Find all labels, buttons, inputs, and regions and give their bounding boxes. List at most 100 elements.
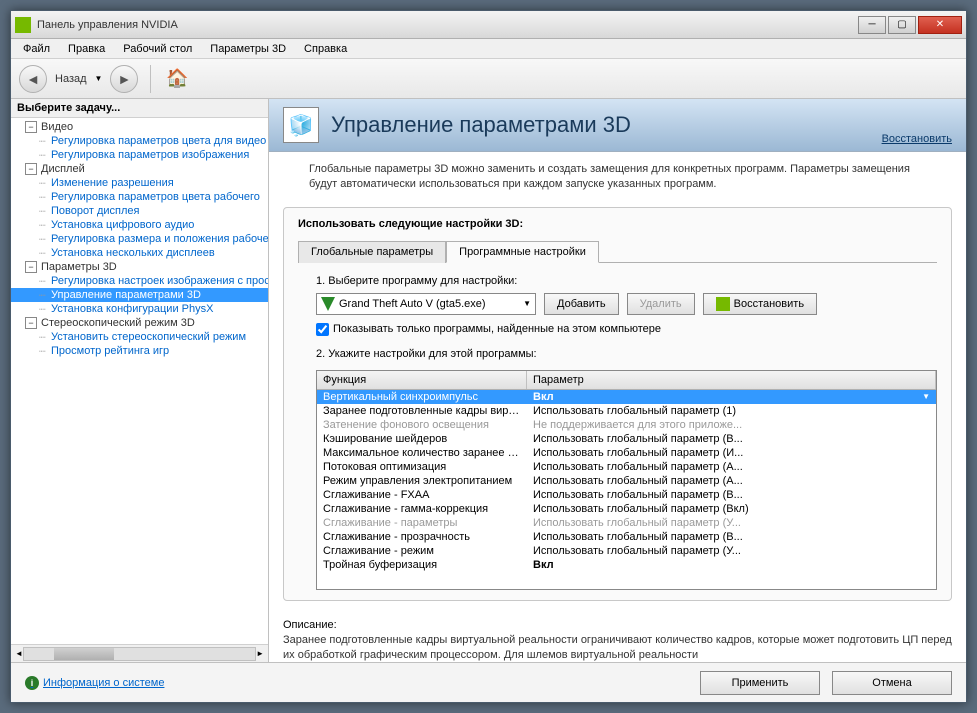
table-row[interactable]: Затенение фонового освещенияНе поддержив… <box>317 418 936 432</box>
apply-button[interactable]: Применить <box>700 671 820 695</box>
collapse-icon[interactable]: − <box>25 121 37 133</box>
sidebar-hscroll[interactable]: ◄ ► <box>11 644 268 662</box>
grid-body[interactable]: Вертикальный синхроимпульсВкл▼Заранее по… <box>317 390 936 590</box>
add-button[interactable]: Добавить <box>544 293 619 315</box>
description-text: Заранее подготовленные кадры виртуальной… <box>283 633 952 662</box>
collapse-icon[interactable]: − <box>25 317 37 329</box>
table-row[interactable]: Сглаживание - FXAAИспользовать глобальны… <box>317 488 936 502</box>
cell-parameter[interactable]: Использовать глобальный параметр (В... <box>527 530 936 544</box>
tree-group[interactable]: −Параметры 3D <box>11 260 268 274</box>
cell-parameter[interactable]: Вкл <box>527 558 936 572</box>
chevron-down-icon[interactable]: ▼ <box>922 392 930 401</box>
forward-button[interactable]: ► <box>110 65 138 93</box>
system-info-link[interactable]: iИнформация о системе <box>25 676 164 690</box>
footer: iИнформация о системе Применить Отмена <box>11 662 966 702</box>
program-dropdown[interactable]: Grand Theft Auto V (gta5.exe) ▼ <box>316 293 536 315</box>
cell-parameter[interactable]: Использовать глобальный параметр (У... <box>527 516 936 530</box>
tree-item[interactable]: Установка конфигурации PhysX <box>11 302 268 316</box>
tree-item[interactable]: Регулировка параметров изображения <box>11 148 268 162</box>
cell-parameter[interactable]: Использовать глобальный параметр (В... <box>527 432 936 446</box>
show-only-input[interactable] <box>316 323 329 336</box>
tree-group-label: Дисплей <box>41 163 85 175</box>
tree-group-label: Стереоскопический режим 3D <box>41 317 195 329</box>
scroll-thumb[interactable] <box>54 648 114 660</box>
show-only-checkbox[interactable]: Показывать только программы, найденные н… <box>316 323 937 336</box>
menubar: Файл Правка Рабочий стол Параметры 3D Сп… <box>11 39 966 59</box>
table-row[interactable]: Сглаживание - прозрачностьИспользовать г… <box>317 530 936 544</box>
tree-item[interactable]: Регулировка параметров цвета рабочего <box>11 190 268 204</box>
page-title: Управление параметрами 3D <box>331 112 631 138</box>
table-row[interactable]: Тройная буферизацияВкл <box>317 558 936 572</box>
tree-item[interactable]: Просмотр рейтинга игр <box>11 344 268 358</box>
cancel-button[interactable]: Отмена <box>832 671 952 695</box>
col-function[interactable]: Функция <box>317 371 527 389</box>
content-area: Выберите задачу... −ВидеоРегулировка пар… <box>11 99 966 662</box>
table-row[interactable]: Режим управления электропитаниемИспользо… <box>317 474 936 488</box>
cell-function: Сглаживание - прозрачность <box>317 530 527 544</box>
close-button[interactable]: ✕ <box>918 16 962 34</box>
tab-global[interactable]: Глобальные параметры <box>298 241 446 263</box>
hero: 🧊 Управление параметрами 3D Восстановить <box>269 99 966 152</box>
back-label: Назад <box>55 73 87 85</box>
table-row[interactable]: Сглаживание - параметрыИспользовать глоб… <box>317 516 936 530</box>
home-icon[interactable]: 🏠 <box>163 65 191 93</box>
tree-item[interactable]: Регулировка параметров цвета для видео <box>11 134 268 148</box>
tree-item[interactable]: Управление параметрами 3D <box>11 288 268 302</box>
cell-parameter[interactable]: Использовать глобальный параметр (1) <box>527 404 936 418</box>
program-icon <box>321 297 335 311</box>
table-row[interactable]: Сглаживание - режимИспользовать глобальн… <box>317 544 936 558</box>
window-controls: ─ ▢ ✕ <box>858 16 962 34</box>
tree-item[interactable]: Установка нескольких дисплеев <box>11 246 268 260</box>
tab-program[interactable]: Программные настройки <box>446 241 599 263</box>
table-row[interactable]: Сглаживание - гамма-коррекцияИспользоват… <box>317 502 936 516</box>
restore-button[interactable]: Восстановить <box>703 293 817 315</box>
maximize-button[interactable]: ▢ <box>888 16 916 34</box>
cell-parameter[interactable]: Использовать глобальный параметр (В... <box>527 488 936 502</box>
table-row[interactable]: Максимальное количество заранее под...Ис… <box>317 446 936 460</box>
tree-item[interactable]: Изменение разрешения <box>11 176 268 190</box>
menu-help[interactable]: Справка <box>296 41 355 57</box>
tree-item[interactable]: Установить стереоскопический режим <box>11 330 268 344</box>
menu-edit[interactable]: Правка <box>60 41 113 57</box>
menu-3d[interactable]: Параметры 3D <box>202 41 294 57</box>
program-name: Grand Theft Auto V (gta5.exe) <box>339 298 523 310</box>
menu-file[interactable]: Файл <box>15 41 58 57</box>
tree-item[interactable]: Установка цифрового аудио <box>11 218 268 232</box>
cell-function: Вертикальный синхроимпульс <box>317 390 527 404</box>
window-title: Панель управления NVIDIA <box>37 19 858 31</box>
collapse-icon[interactable]: − <box>25 261 37 273</box>
separator <box>150 65 151 93</box>
back-button[interactable]: ◄ <box>19 65 47 93</box>
remove-button[interactable]: Удалить <box>627 293 695 315</box>
cell-parameter[interactable]: Использовать глобальный параметр (И... <box>527 446 936 460</box>
cell-parameter[interactable]: Вкл▼ <box>527 390 936 404</box>
table-row[interactable]: Заранее подготовленные кадры вирту...Исп… <box>317 404 936 418</box>
menu-desktop[interactable]: Рабочий стол <box>115 41 200 57</box>
tree-item[interactable]: Поворот дисплея <box>11 204 268 218</box>
cell-parameter[interactable]: Использовать глобальный параметр (А... <box>527 474 936 488</box>
sidebar-title: Выберите задачу... <box>11 99 268 118</box>
back-dropdown-icon[interactable]: ▼ <box>95 74 103 83</box>
cell-function: Сглаживание - гамма-коррекция <box>317 502 527 516</box>
collapse-icon[interactable]: − <box>25 163 37 175</box>
table-row[interactable]: Кэширование шейдеровИспользовать глобаль… <box>317 432 936 446</box>
table-row[interactable]: Потоковая оптимизацияИспользовать глобал… <box>317 460 936 474</box>
tree-item[interactable]: Регулировка настроек изображения с просм… <box>11 274 268 288</box>
cell-function: Сглаживание - FXAA <box>317 488 527 502</box>
cell-parameter[interactable]: Использовать глобальный параметр (У... <box>527 544 936 558</box>
tree-group[interactable]: −Дисплей <box>11 162 268 176</box>
titlebar[interactable]: Панель управления NVIDIA ─ ▢ ✕ <box>11 11 966 39</box>
cell-parameter[interactable]: Не поддерживается для этого приложе... <box>527 418 936 432</box>
cell-function: Тройная буферизация <box>317 558 527 572</box>
task-tree: −ВидеоРегулировка параметров цвета для в… <box>11 118 268 644</box>
col-parameter[interactable]: Параметр <box>527 371 936 389</box>
table-row[interactable]: Вертикальный синхроимпульсВкл▼ <box>317 390 936 404</box>
restore-link[interactable]: Восстановить <box>882 133 952 145</box>
tree-group[interactable]: −Стереоскопический режим 3D <box>11 316 268 330</box>
tree-group[interactable]: −Видео <box>11 120 268 134</box>
cell-parameter[interactable]: Использовать глобальный параметр (Вкл) <box>527 502 936 516</box>
scroll-track[interactable] <box>23 647 256 661</box>
tree-item[interactable]: Регулировка размера и положения рабочего <box>11 232 268 246</box>
cell-parameter[interactable]: Использовать глобальный параметр (А... <box>527 460 936 474</box>
minimize-button[interactable]: ─ <box>858 16 886 34</box>
